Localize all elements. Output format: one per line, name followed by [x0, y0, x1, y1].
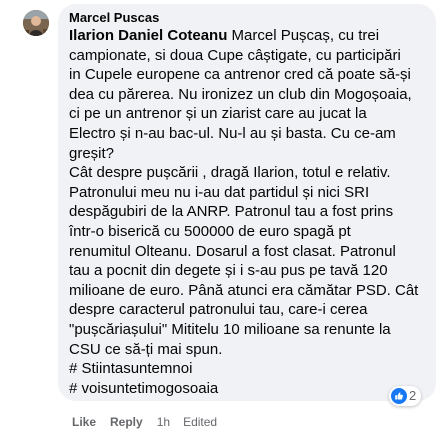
- comment-thread: Marcel Puscas Ilarion Daniel Coteanu Mar…: [0, 0, 446, 437]
- comment-line: CSU ce să-ți mai spun.: [69, 340, 223, 358]
- comment-line: greșit?: [69, 144, 115, 162]
- like-button[interactable]: Like: [72, 414, 96, 430]
- comment-line: milioane de euro. Până atunci era cămăta…: [69, 281, 419, 299]
- comment-line: despre caracterul patronului tau, care-i…: [69, 301, 368, 319]
- reaction-count: 2: [409, 388, 417, 403]
- comment-line: într-o biserică cu 500000 de euro spagă …: [69, 222, 351, 240]
- reaction-summary[interactable]: 2: [389, 386, 422, 406]
- comment-line: Ilarion Daniel Coteanu Marcel Pușcaș, cu…: [69, 26, 431, 46]
- comment-line: Electro și n-au bac-ul. Nu-l au și basta…: [69, 124, 396, 142]
- like-icon: [391, 388, 407, 404]
- hashtag-link[interactable]: # voisuntetimogosoaia: [69, 379, 431, 399]
- comment-timestamp[interactable]: 1h: [157, 414, 170, 430]
- mention-link[interactable]: Ilarion Daniel Coteanu: [69, 27, 227, 44]
- comment-actions: Like Reply 1h Edited: [72, 414, 217, 430]
- comment-line: campionate, si doua Cupe câștigate, cu p…: [69, 46, 401, 64]
- avatar-photo-icon: [23, 10, 49, 36]
- comment-bubble: Marcel Puscas Ilarion Daniel Coteanu Mar…: [58, 4, 436, 401]
- comment-text: Ilarion Daniel Coteanu Marcel Pușcaș, cu…: [69, 26, 431, 398]
- edited-label[interactable]: Edited: [183, 414, 217, 430]
- avatar[interactable]: [23, 10, 49, 36]
- hashtag-link[interactable]: # Stiintasuntemnoi: [69, 359, 431, 379]
- reply-button[interactable]: Reply: [110, 414, 143, 430]
- comment-author[interactable]: Marcel Puscas: [69, 10, 159, 26]
- comment-line: tau a pocnit din degete și i s-au pus pe…: [69, 262, 388, 280]
- comment-line: Cât despre pușcării , dragă Ilarion, tot…: [69, 164, 391, 182]
- comment-line: ci pe un antrenor și un ziarist care au …: [69, 105, 367, 123]
- comment-line: renumitul Olteanu. Dosarul a fost clasat…: [69, 242, 396, 260]
- comment-line: "pușcăriașului" Mititelu 10 milioane sa …: [69, 320, 391, 338]
- comment-line-text: Marcel Pușcaș, cu trei: [227, 27, 380, 44]
- comment-line: in Cupele europene ca antrenor cred că p…: [69, 66, 411, 84]
- comment-line: Patronului meu nu i-au dat partidul și n…: [69, 183, 370, 201]
- comment-line: dea cu părerea. Nu ironizez un club din …: [69, 85, 412, 103]
- comment-line: despăgubiri de la ANRP. Patronul tau a f…: [69, 203, 394, 221]
